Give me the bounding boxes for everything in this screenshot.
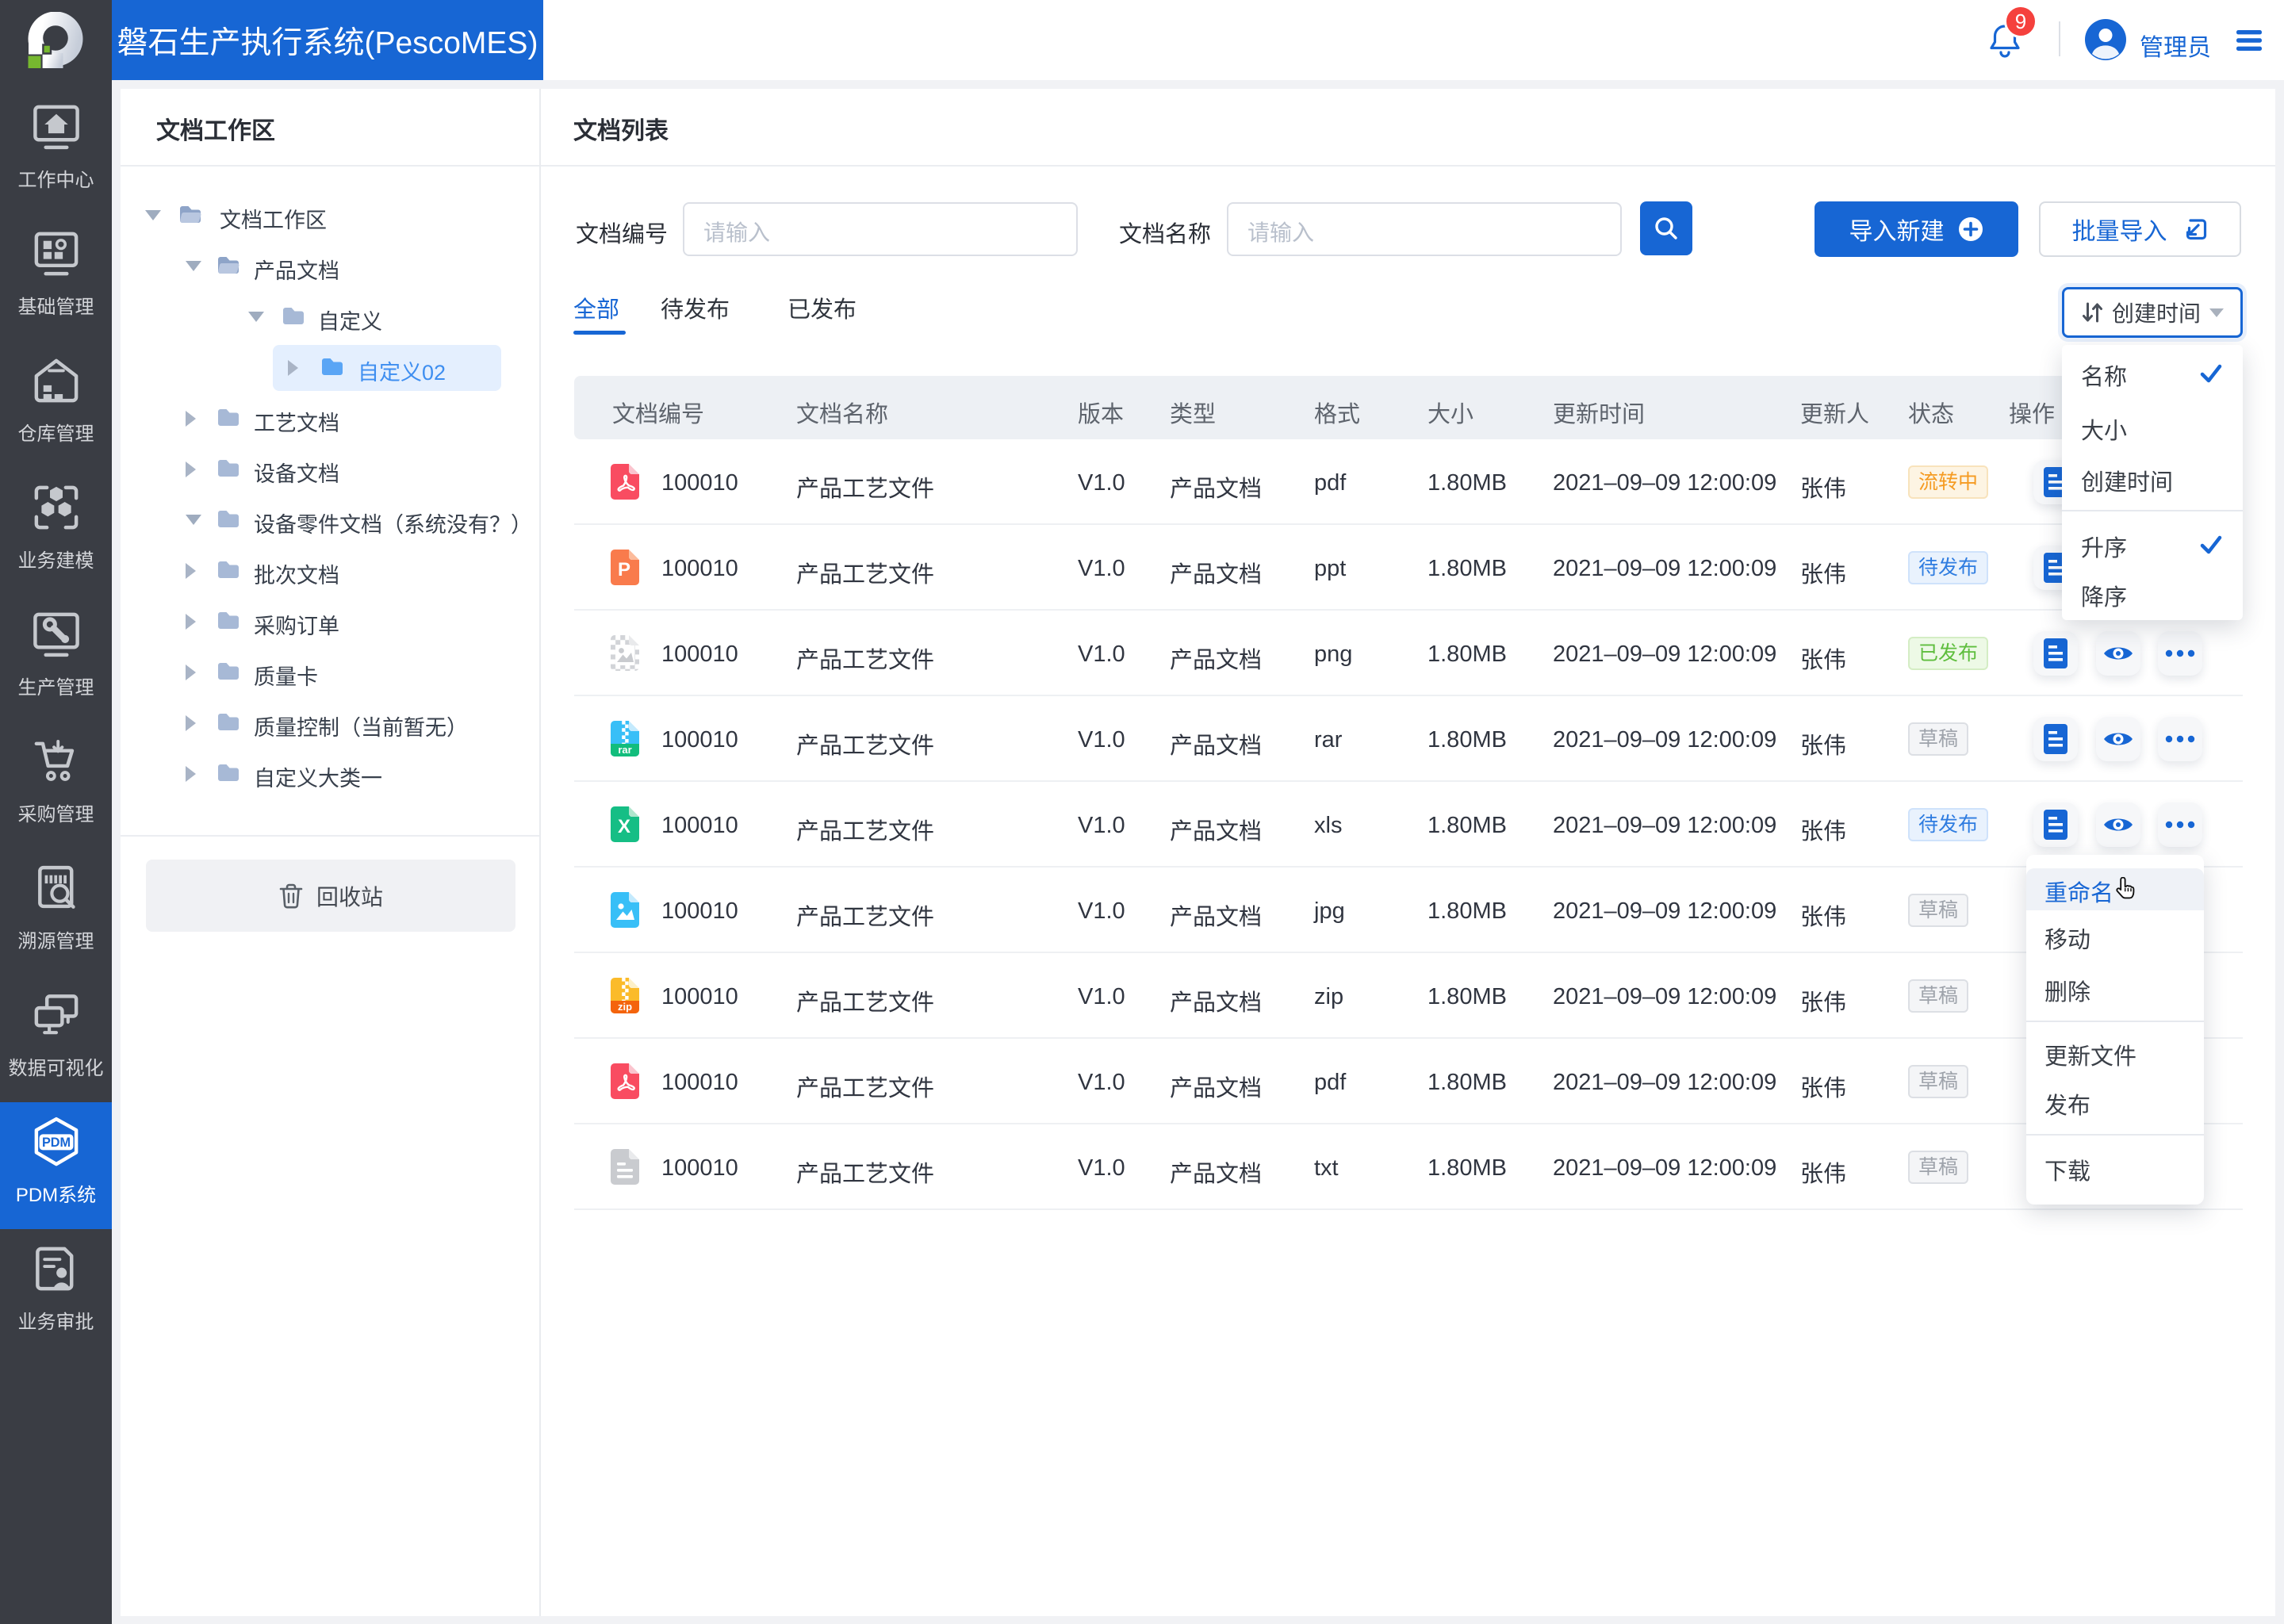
svg-text:P: P [618, 559, 630, 580]
svg-text:zip: zip [618, 1001, 632, 1013]
svg-text:PDM: PDM [41, 1136, 70, 1150]
svg-text:rar: rar [618, 744, 631, 756]
svg-text:X: X [618, 816, 630, 837]
